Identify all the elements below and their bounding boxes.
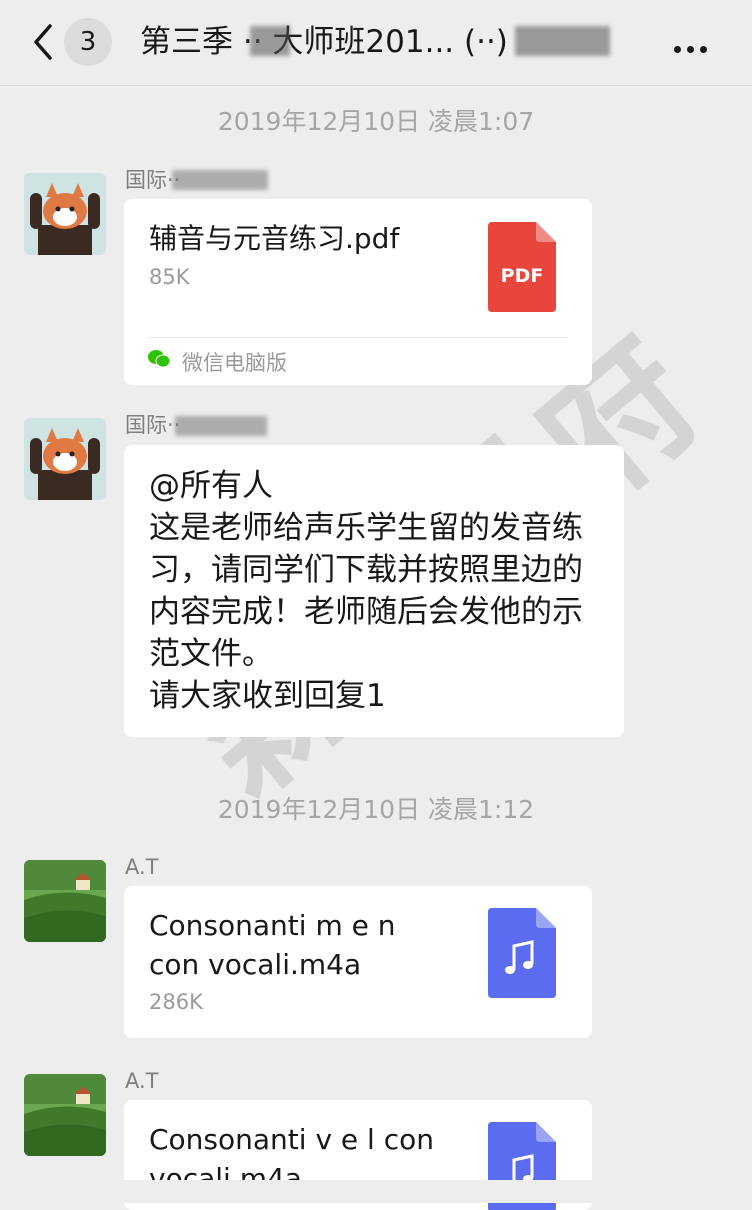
sender-name: A.T	[125, 1069, 159, 1093]
landscape-avatar-icon	[24, 860, 106, 942]
music-file-icon	[488, 908, 556, 998]
red-panda-avatar-icon	[24, 173, 106, 255]
unread-count-badge[interactable]: 3	[64, 18, 112, 66]
bottom-edge	[0, 1180, 752, 1203]
file-name-line: con vocali.m4a	[149, 948, 362, 981]
sender-name: 国际··	[125, 413, 181, 437]
redacted-sender	[172, 170, 268, 190]
file-size: 85K	[149, 265, 190, 289]
redacted-title-part	[515, 26, 610, 56]
text-message-bubble[interactable]: @所有人 这是老师给声乐学生留的发音练习，请同学们下载并按照里边的内容完成！老师…	[124, 445, 624, 737]
timestamp: 2019年12月10日 凌晨1:12	[217, 795, 535, 824]
message-text: @所有人 这是老师给声乐学生留的发音练习，请同学们下载并按照里边的内容完成！老师…	[149, 468, 583, 714]
more-dots-icon	[674, 38, 713, 57]
avatar[interactable]	[24, 1074, 106, 1156]
avatar[interactable]	[24, 860, 106, 942]
file-message-bubble[interactable]: 辅音与元音练习.pdf 85K PDF 微信电脑版	[124, 199, 592, 385]
more-button[interactable]	[674, 38, 714, 53]
chevron-left-icon	[34, 24, 52, 60]
divider	[148, 337, 568, 338]
redacted-title-part	[250, 26, 290, 56]
sender-name: A.T	[125, 855, 159, 879]
file-size: 286K	[149, 990, 203, 1014]
chat-header: 3 第三季 ·· 大师班201... (··)	[0, 0, 752, 86]
avatar[interactable]	[24, 418, 106, 500]
avatar[interactable]	[24, 173, 106, 255]
pdf-icon-label: PDF	[500, 265, 544, 287]
red-panda-avatar-icon	[24, 418, 106, 500]
file-name: 辅音与元音练习.pdf	[149, 222, 400, 255]
file-name-line: Consonanti m e n	[149, 909, 396, 942]
wechat-logo-icon	[148, 350, 170, 368]
pdf-file-icon: PDF	[488, 222, 556, 312]
redacted-sender	[175, 416, 267, 436]
back-button[interactable]	[28, 20, 58, 64]
landscape-avatar-icon	[24, 1074, 106, 1156]
file-message-bubble[interactable]: Consonanti m e n con vocali.m4a 286K	[124, 886, 592, 1038]
source-label: 微信电脑版	[182, 351, 287, 375]
file-name-line: Consonanti v e l con	[149, 1123, 435, 1156]
timestamp: 2019年12月10日 凌晨1:07	[217, 107, 535, 136]
